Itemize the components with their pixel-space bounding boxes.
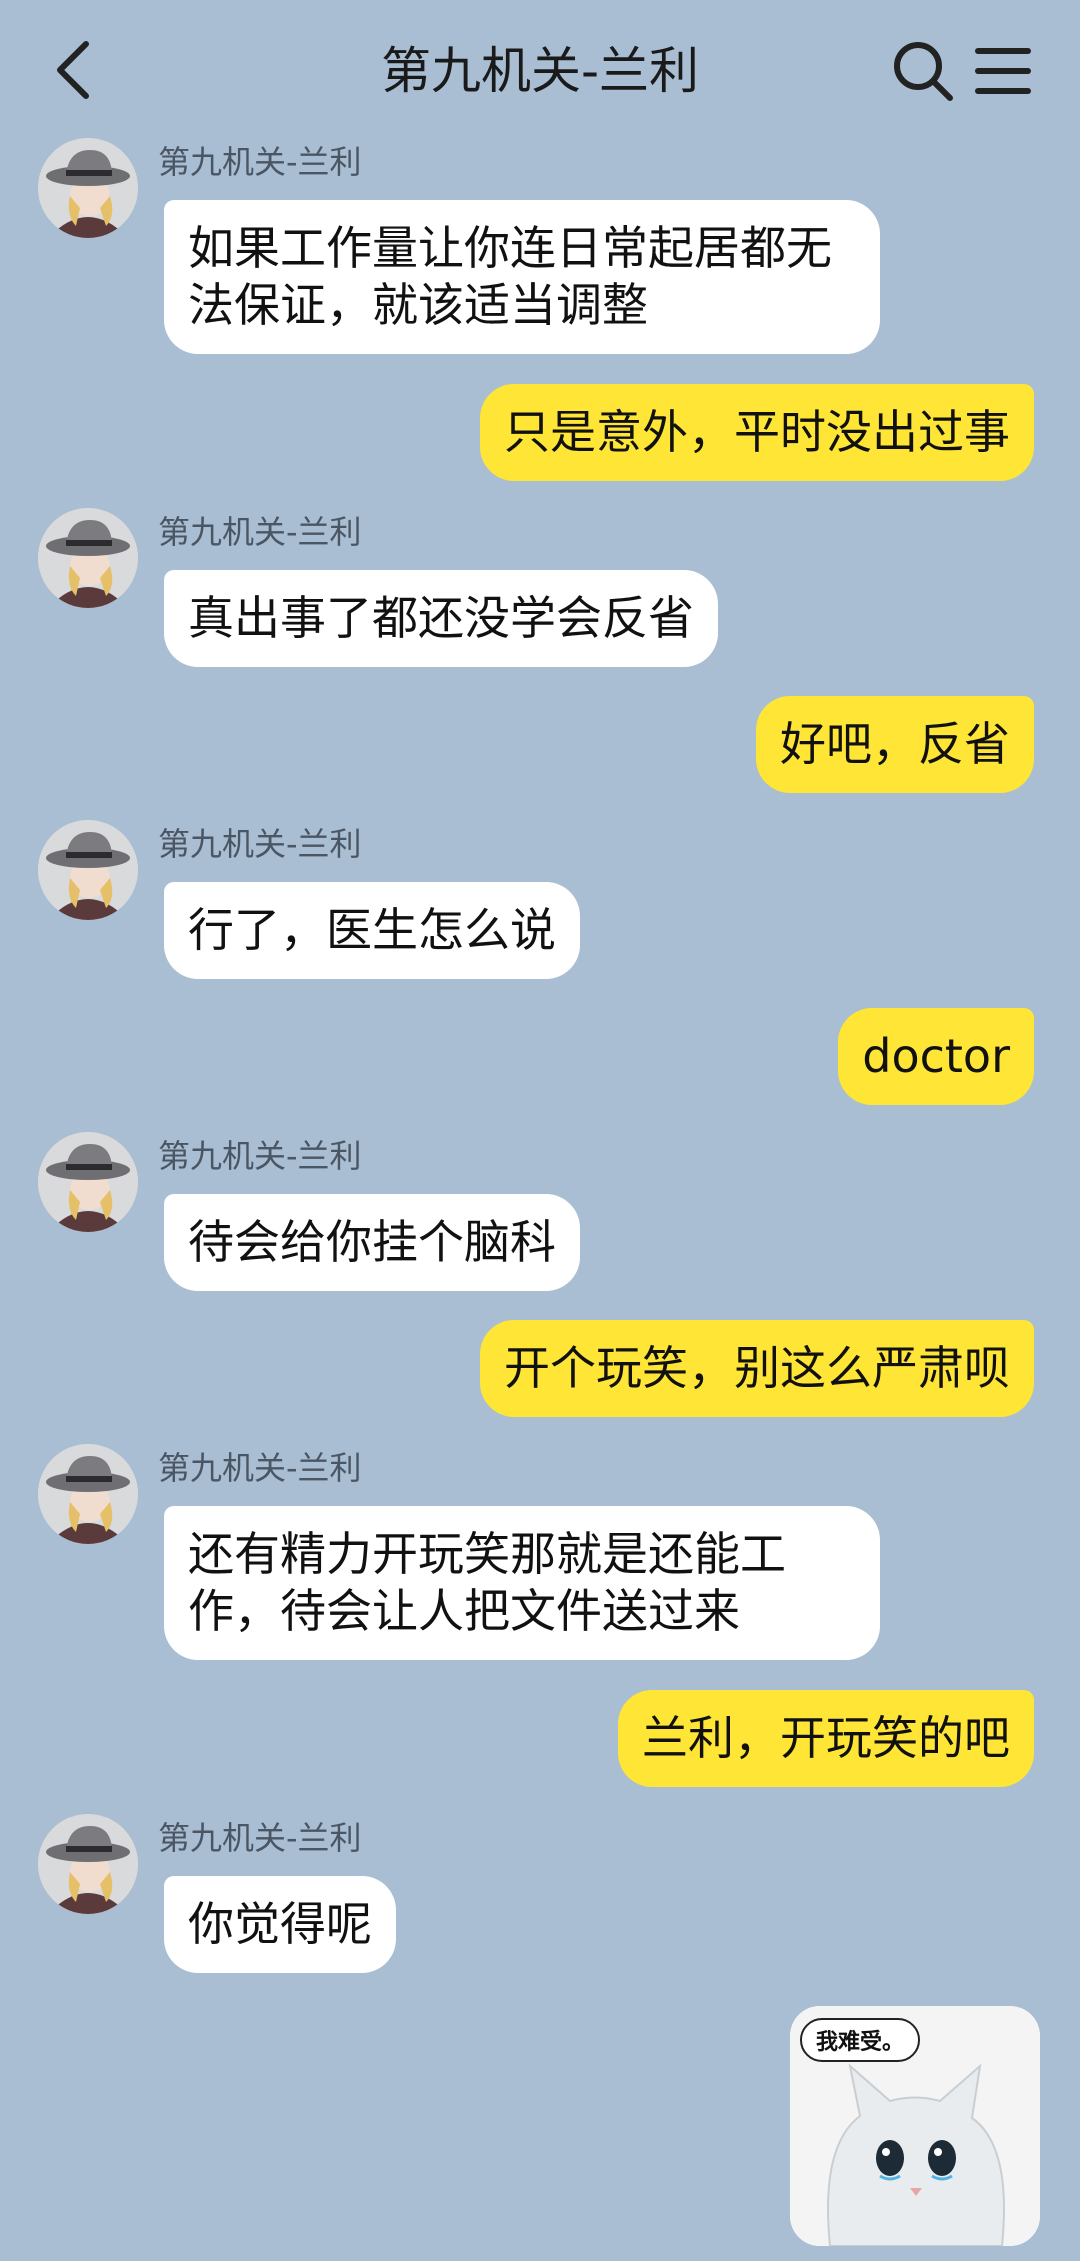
avatar[interactable]: [38, 1444, 138, 1544]
message-bubble-outgoing[interactable]: 开个玩笑，别这么严肃呗: [480, 1320, 1034, 1417]
avatar[interactable]: [38, 820, 138, 920]
message-bubble-incoming[interactable]: 行了，医生怎么说: [164, 882, 580, 979]
search-button[interactable]: [888, 36, 958, 106]
sender-name: 第九机关-兰利: [158, 513, 362, 551]
avatar-image: [38, 1814, 138, 1914]
avatar-image: [38, 1444, 138, 1544]
avatar-image: [38, 138, 138, 238]
avatar-image: [38, 820, 138, 920]
message-bubble-outgoing[interactable]: 好吧，反省: [756, 696, 1034, 793]
avatar-image: [38, 508, 138, 608]
avatar[interactable]: [38, 138, 138, 238]
message-bubble-incoming[interactable]: 如果工作量让你连日常起居都无法保证，就该适当调整: [164, 200, 880, 354]
message-bubble-outgoing[interactable]: doctor: [838, 1008, 1034, 1105]
search-icon: [894, 42, 953, 101]
chat-header: 第九机关-兰利: [0, 0, 1080, 140]
message-bubble-incoming[interactable]: 待会给你挂个脑科: [164, 1194, 580, 1291]
avatar[interactable]: [38, 508, 138, 608]
menu-button[interactable]: [972, 40, 1034, 102]
sticker-caption: 我难受。: [800, 2018, 921, 2062]
sender-name: 第九机关-兰利: [158, 1819, 362, 1857]
hamburger-menu-icon: [975, 48, 1031, 94]
sender-name: 第九机关-兰利: [158, 1449, 362, 1487]
message-bubble-incoming[interactable]: 你觉得呢: [164, 1876, 396, 1973]
message-bubble-outgoing[interactable]: 只是意外，平时没出过事: [480, 384, 1034, 481]
message-bubble-outgoing[interactable]: 兰利，开玩笑的吧: [618, 1690, 1034, 1787]
sticker-message[interactable]: 我难受。: [790, 2006, 1040, 2246]
avatar[interactable]: [38, 1814, 138, 1914]
sender-name: 第九机关-兰利: [158, 825, 362, 863]
message-bubble-incoming[interactable]: 还有精力开玩笑那就是还能工作，待会让人把文件送过来: [164, 1506, 880, 1660]
sender-name: 第九机关-兰利: [158, 1137, 362, 1175]
avatar[interactable]: [38, 1132, 138, 1232]
sender-name: 第九机关-兰利: [158, 143, 362, 181]
avatar-image: [38, 1132, 138, 1232]
message-bubble-incoming[interactable]: 真出事了都还没学会反省: [164, 570, 718, 667]
